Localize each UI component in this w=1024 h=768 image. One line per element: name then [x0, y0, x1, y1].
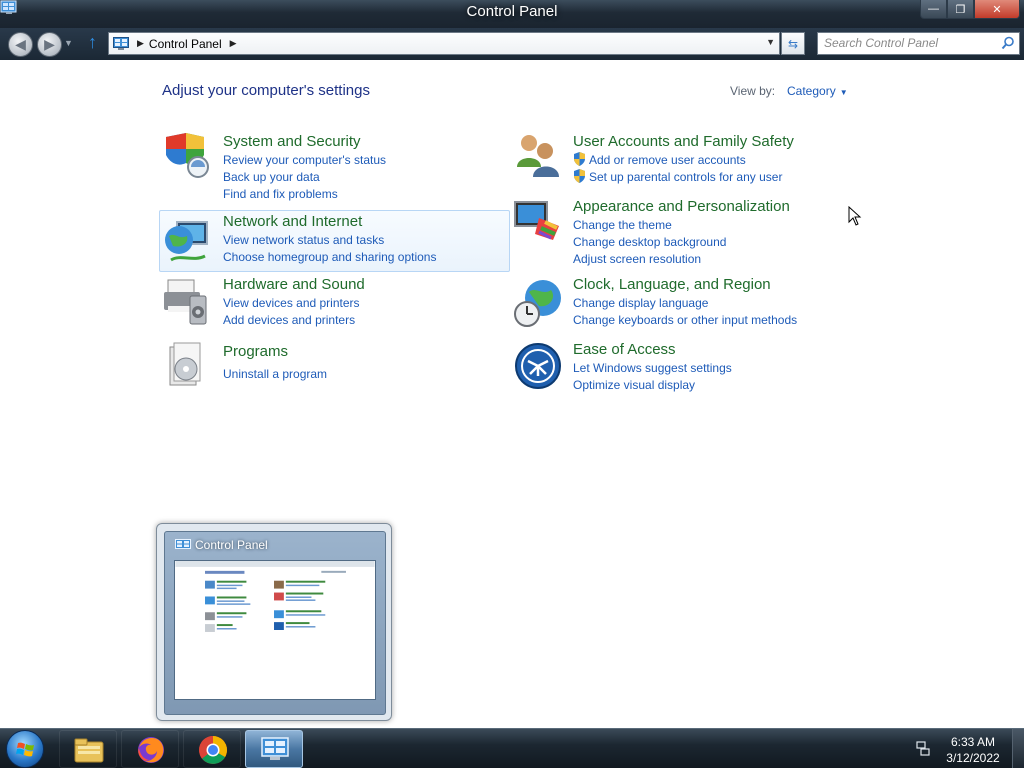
category-programs: Programs Uninstall a program — [160, 341, 510, 391]
category-clock-language: Clock, Language, and Region Change displ… — [510, 276, 850, 336]
programs-icon — [169, 342, 201, 386]
category-network-internet: Network and Internet View network status… — [159, 210, 510, 272]
category-title[interactable]: Appearance and Personalization — [573, 198, 790, 215]
link-review-status[interactable]: Review your computer's status — [223, 152, 386, 169]
view-by-value: Category — [787, 84, 836, 98]
link-parental-controls[interactable]: Set up parental controls for any user — [573, 169, 782, 186]
chevron-down-icon: ▼ — [839, 88, 848, 97]
breadcrumb-control-panel[interactable]: Control Panel — [149, 37, 222, 51]
category-title[interactable]: Hardware and Sound — [223, 276, 365, 293]
link-keyboards-input[interactable]: Change keyboards or other input methods — [573, 312, 797, 329]
control-panel-content: Adjust your computer's settings View by:… — [0, 60, 1024, 728]
category-user-accounts: User Accounts and Family Safety Add or r… — [510, 131, 850, 191]
shield-icon — [166, 133, 209, 178]
system-clock[interactable]: 6:33 AM 3/12/2022 — [938, 734, 1008, 766]
category-hardware-sound: Hardware and Sound View devices and prin… — [160, 276, 510, 336]
link-optimize-visual[interactable]: Optimize visual display — [573, 377, 732, 394]
view-by: View by: Category ▼ — [730, 84, 848, 98]
category-title[interactable]: Ease of Access — [573, 341, 676, 358]
link-screen-resolution[interactable]: Adjust screen resolution — [573, 251, 726, 268]
printer-speaker-icon — [164, 279, 207, 325]
back-button[interactable]: ◀ — [8, 32, 33, 57]
search-icon[interactable] — [1001, 36, 1015, 50]
taskbar-file-explorer[interactable] — [59, 730, 117, 768]
taskbar-firefox[interactable] — [121, 730, 179, 768]
firefox-icon — [138, 737, 164, 763]
page-title: Adjust your computer's settings — [162, 82, 370, 99]
maximize-button[interactable]: ❐ — [947, 0, 974, 19]
address-history-dropdown-icon[interactable]: ▼ — [766, 37, 775, 47]
search-box[interactable] — [817, 32, 1020, 55]
forward-arrow-icon: ▶ — [44, 36, 55, 52]
back-arrow-icon: ◀ — [15, 36, 26, 52]
uac-shield-icon — [574, 169, 585, 183]
refresh-button[interactable]: ⇆ — [781, 32, 805, 55]
taskbar: 6:33 AM 3/12/2022 — [0, 728, 1024, 768]
mouse-cursor-icon — [848, 206, 862, 226]
show-desktop-button[interactable] — [1012, 729, 1024, 768]
view-by-label: View by: — [730, 84, 776, 98]
taskbar-control-panel[interactable] — [245, 730, 303, 768]
link-text: Set up parental controls for any user — [589, 170, 783, 184]
control-panel-icon — [261, 737, 289, 760]
clock-globe-icon — [514, 280, 561, 327]
refresh-icon: ⇆ — [787, 36, 799, 51]
link-find-fix-problems[interactable]: Find and fix problems — [223, 186, 386, 203]
clock-time: 6:33 AM — [950, 735, 996, 749]
link-view-network-status[interactable]: View network status and tasks — [223, 232, 436, 249]
file-explorer-icon — [74, 738, 104, 763]
category-title[interactable]: Programs — [223, 343, 288, 360]
forward-button[interactable]: ▶ — [37, 32, 62, 57]
minimize-button[interactable]: — — [920, 0, 947, 19]
close-button[interactable]: ✕ — [974, 0, 1020, 19]
recent-pages-dropdown-icon[interactable]: ▼ — [64, 38, 73, 48]
monitor-palette-icon — [514, 201, 559, 240]
category-ease-of-access: Ease of Access Let Windows suggest setti… — [510, 341, 850, 396]
link-display-language[interactable]: Change display language — [573, 295, 797, 312]
window-title: Control Panel — [466, 3, 558, 20]
category-appearance: Appearance and Personalization Change th… — [510, 196, 850, 266]
link-change-theme[interactable]: Change the theme — [573, 217, 726, 234]
users-icon — [517, 135, 559, 177]
link-text: Add or remove user accounts — [589, 153, 746, 167]
ease-of-access-icon — [515, 343, 561, 389]
link-add-devices-printers[interactable]: Add devices and printers — [223, 312, 360, 329]
clock-date: 3/12/2022 — [946, 751, 1000, 765]
uac-shield-icon — [574, 152, 585, 166]
view-by-dropdown[interactable]: Category ▼ — [787, 84, 848, 98]
thumbnail-screenshot — [174, 560, 376, 700]
link-view-devices-printers[interactable]: View devices and printers — [223, 295, 360, 312]
link-homegroup-sharing[interactable]: Choose homegroup and sharing options — [223, 249, 436, 266]
link-suggest-settings[interactable]: Let Windows suggest settings — [573, 360, 732, 377]
control-panel-icon — [175, 539, 191, 549]
address-bar[interactable]: ▶ Control Panel ▶ ▼ — [108, 32, 780, 55]
search-input[interactable] — [824, 36, 994, 50]
up-one-level-button[interactable]: ↑ — [88, 32, 97, 53]
link-uninstall-program[interactable]: Uninstall a program — [223, 366, 327, 383]
link-desktop-background[interactable]: Change desktop background — [573, 234, 726, 251]
network-globe-icon — [165, 221, 208, 262]
start-button[interactable] — [6, 730, 44, 768]
category-title[interactable]: System and Security — [223, 133, 361, 150]
thumbnail-title-text: Control Panel — [195, 538, 268, 552]
network-tray-icon[interactable] — [915, 741, 931, 757]
link-add-remove-users[interactable]: Add or remove user accounts — [573, 152, 782, 169]
link-back-up-data[interactable]: Back up your data — [223, 169, 386, 186]
thumbnail-window: Control Panel — [164, 531, 386, 715]
chrome-icon — [199, 736, 227, 764]
category-system-security: System and Security Review your computer… — [160, 131, 510, 201]
windows-logo-icon — [16, 742, 34, 757]
breadcrumb-separator-icon[interactable]: ▶ — [230, 38, 237, 49]
category-title[interactable]: Network and Internet — [223, 213, 362, 230]
title-bar[interactable]: Control Panel — ❐ ✕ — [0, 0, 1024, 28]
breadcrumb-separator-icon[interactable]: ▶ — [137, 38, 144, 49]
category-title[interactable]: Clock, Language, and Region — [573, 276, 771, 293]
taskbar-chrome[interactable] — [183, 730, 241, 768]
control-panel-icon — [113, 36, 129, 50]
thumbnail-title: Control Panel — [175, 538, 268, 552]
address-toolbar: ◀ ▶ ▼ ↑ ▶ Control Panel ▶ ▼ ⇆ — [0, 28, 1024, 60]
category-title[interactable]: User Accounts and Family Safety — [573, 133, 794, 150]
taskbar-thumbnail-preview[interactable]: Control Panel — [156, 523, 392, 721]
